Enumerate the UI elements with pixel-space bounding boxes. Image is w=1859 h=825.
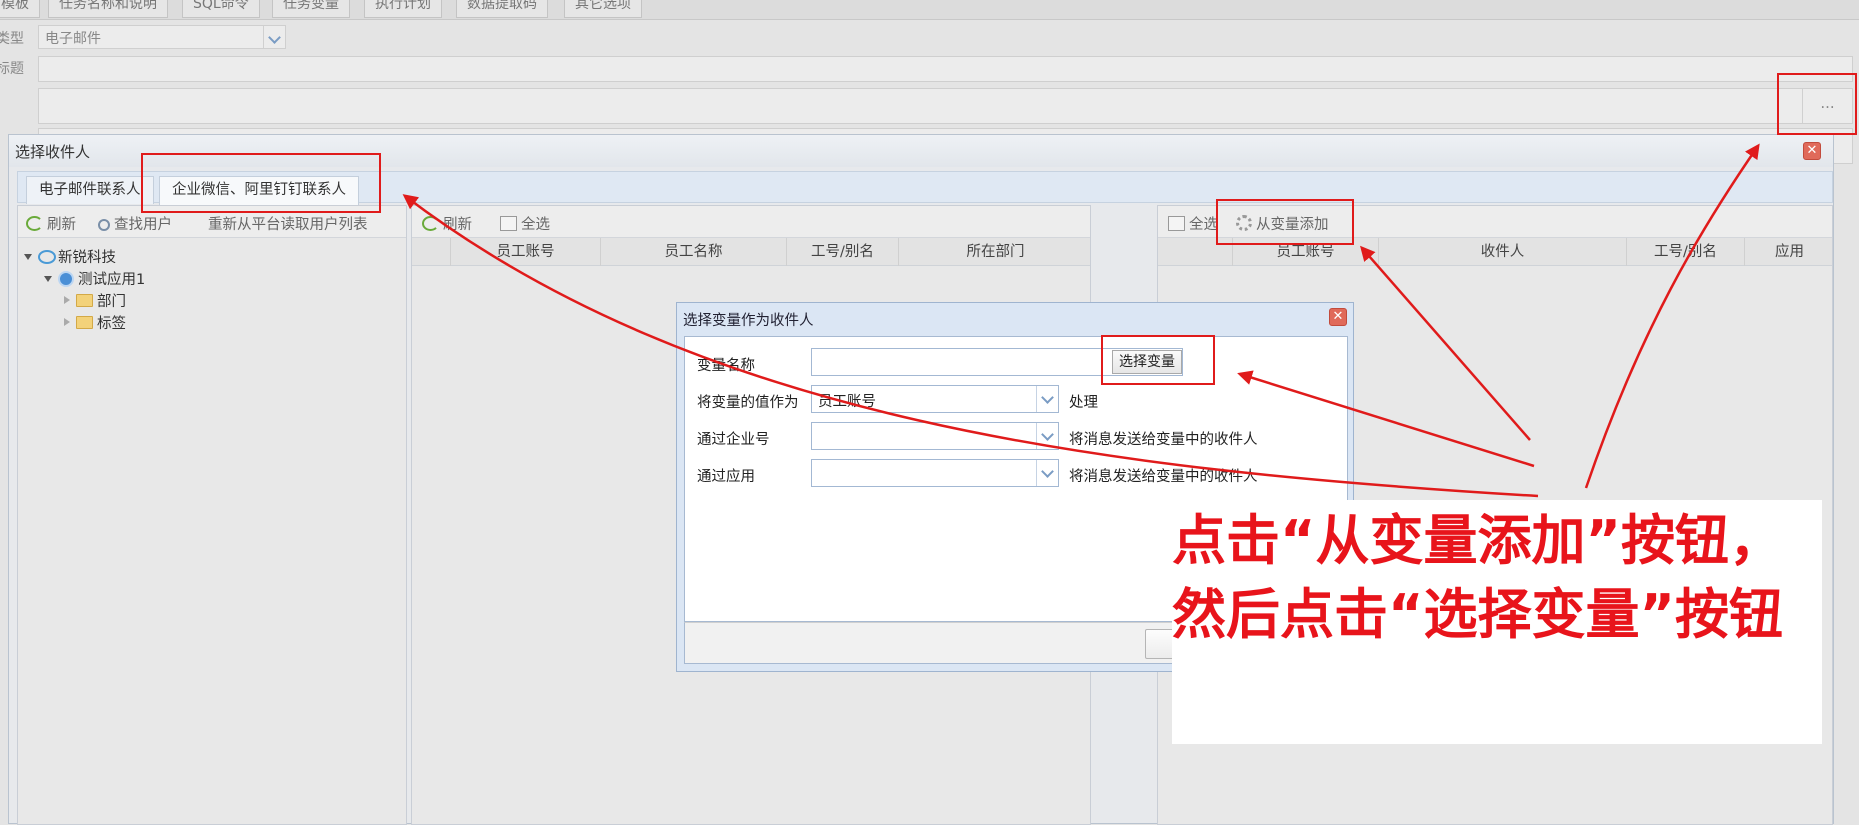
arrow-to-tab bbox=[402, 194, 1539, 498]
arrow-to-select-variable bbox=[1237, 370, 1535, 468]
instruction-text: 点击“从变量添加”按钮，然后点击“选择变量”按钮 bbox=[1172, 509, 1783, 646]
arrow-to-add-from-variable bbox=[1360, 245, 1531, 441]
instruction-callout: 点击“从变量添加”按钮，然后点击“选择变量”按钮 bbox=[1172, 500, 1822, 744]
arrow-to-recipients-button bbox=[1584, 143, 1760, 489]
